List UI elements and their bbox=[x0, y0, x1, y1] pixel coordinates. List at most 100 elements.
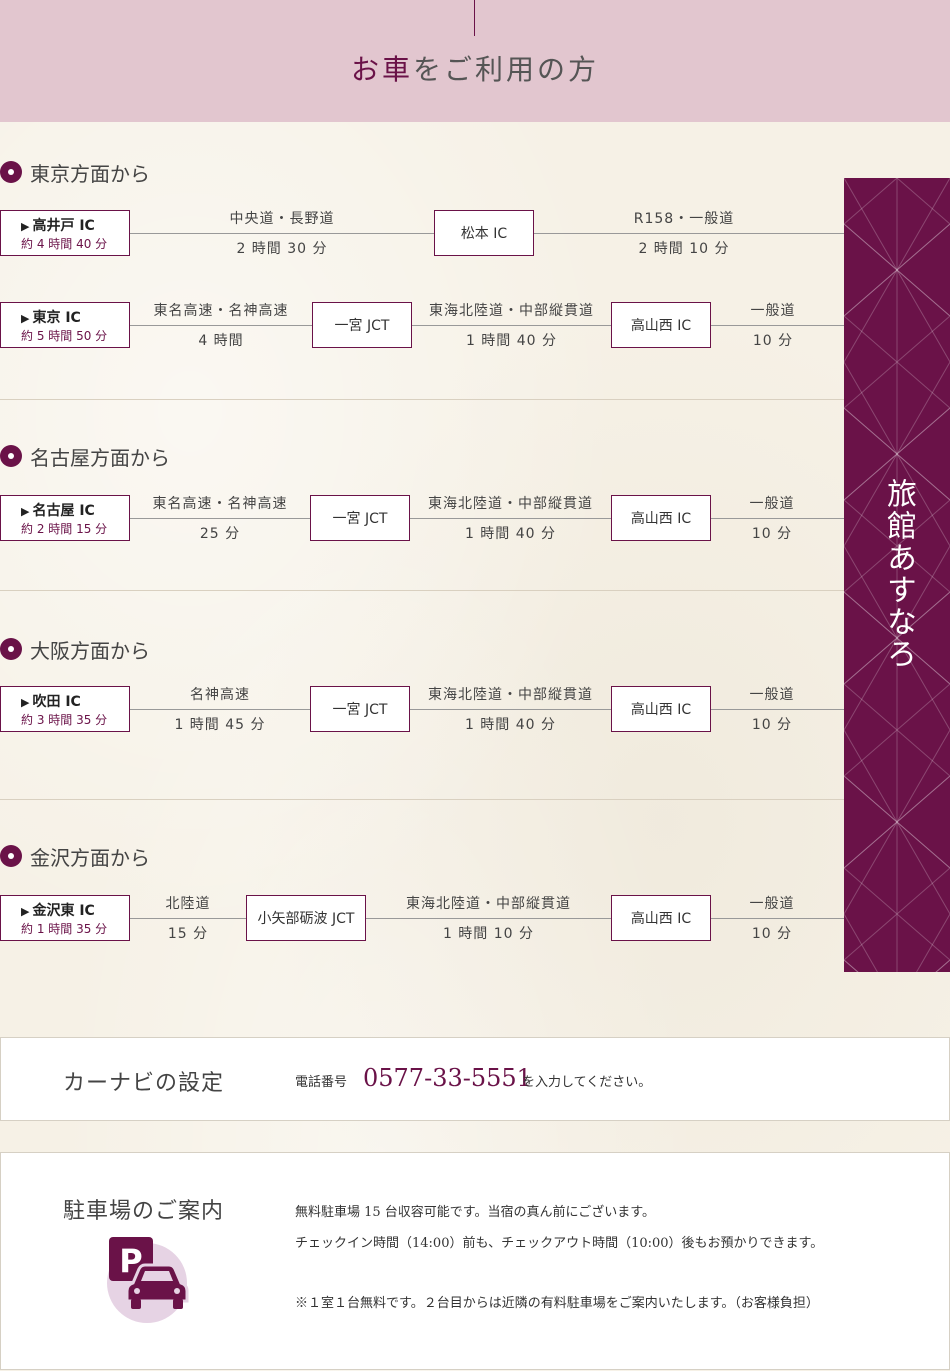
section-title-text: 東京方面から bbox=[30, 161, 150, 186]
triangle-icon: ▶ bbox=[21, 696, 30, 709]
segment-road: 東海北陸道・中部縦貫道 bbox=[429, 303, 594, 319]
segment-road: 一般道 bbox=[750, 303, 796, 319]
start-point-total-time: 約 1 時間 35 分 bbox=[21, 922, 108, 936]
route-tokyo-2: ▶ 東京 IC 約 5 時間 50 分 東名高速・名神高速 4 時間 一宮 JCT… bbox=[0, 302, 844, 349]
route-nagoya-1: ▶ 名古屋 IC 約 2 時間 15 分 東名高速・名神高速 25 分 一宮 JC… bbox=[0, 495, 844, 542]
bullet-icon bbox=[0, 845, 22, 867]
parking-car-icon: P bbox=[107, 1237, 189, 1323]
ryokan-name: 旅館あすなろ bbox=[881, 478, 916, 670]
section-title-tokyo: 東京方面から bbox=[0, 157, 150, 187]
parking-info-line-2: チェックイン時間（14:00）前も、チェックアウト時間（10:00）後もお預かり… bbox=[295, 1236, 824, 1251]
start-point-total-time: 約 3 時間 35 分 bbox=[21, 713, 108, 727]
triangle-icon: ▶ bbox=[21, 505, 30, 518]
segment-time: 1 時間 40 分 bbox=[464, 717, 557, 733]
triangle-icon: ▶ bbox=[21, 905, 30, 918]
segment-road: 一般道 bbox=[749, 687, 795, 703]
section-title-text: 大阪方面から bbox=[30, 638, 150, 663]
segment-time: 4 時間 bbox=[198, 333, 244, 349]
section-title-text: 金沢方面から bbox=[30, 845, 150, 870]
start-point-label: 吹田 IC bbox=[32, 694, 81, 710]
route-osaka-1: ▶ 吹田 IC 約 3 時間 35 分 名神高速 1 時間 45 分 一宮 JCT… bbox=[0, 686, 844, 733]
segment-road: 東海北陸道・中部縦貫道 bbox=[428, 496, 593, 512]
page-title-accent: お車 bbox=[350, 53, 413, 86]
start-point-box: ▶ 東京 IC 約 5 時間 50 分 bbox=[0, 302, 130, 348]
start-point-label: 名古屋 IC bbox=[32, 503, 95, 519]
segment-time: 10 分 bbox=[752, 333, 794, 349]
segment-time: 15 分 bbox=[167, 926, 209, 942]
start-point-box: ▶ 金沢東 IC 約 1 時間 35 分 bbox=[0, 895, 130, 941]
start-point-name: ▶ 高井戸 IC bbox=[21, 215, 95, 235]
ryokan-side-panel: 旅館あすなろ bbox=[844, 178, 950, 972]
car-navi-box: カーナビの設定 電話番号 0577-33-5551 を入力してください。 bbox=[0, 1037, 950, 1121]
page-title-rest: をご利用の方 bbox=[413, 53, 600, 86]
segment-time: 10 分 bbox=[751, 717, 793, 733]
interchange-node: 松本 IC bbox=[434, 210, 534, 256]
phone-instruction: を入力してください。 bbox=[522, 1075, 652, 1090]
phone-label: 電話番号 bbox=[295, 1075, 348, 1090]
segment-time: 25 分 bbox=[199, 526, 241, 542]
start-point-total-time: 約 2 時間 15 分 bbox=[21, 522, 108, 536]
segment-time: 10 分 bbox=[751, 926, 793, 942]
triangle-icon: ▶ bbox=[21, 312, 30, 325]
start-point-name: ▶ 金沢東 IC bbox=[21, 900, 95, 920]
header-line bbox=[474, 0, 475, 36]
segment-road: 東海北陸道・中部縦貫道 bbox=[406, 896, 571, 912]
segment-road: 中央道・長野道 bbox=[229, 211, 335, 227]
start-point-total-time: 約 4 時間 40 分 bbox=[21, 237, 108, 251]
route-kanazawa-1: ▶ 金沢東 IC 約 1 時間 35 分 北陸道 15 分 小矢部砺波 JCT 東… bbox=[0, 895, 844, 942]
segment-road: 一般道 bbox=[749, 496, 795, 512]
segment-time: 1 時間 45 分 bbox=[174, 717, 266, 733]
segment-road: R158・一般道 bbox=[633, 211, 735, 227]
segment-time: 1 時間 40 分 bbox=[465, 333, 558, 349]
start-point-name: ▶ 名古屋 IC bbox=[21, 500, 95, 520]
parking-box: 駐車場のご案内 P 無料駐車場 15 台収容可能です。当宿の真ん前にございます。… bbox=[0, 1152, 950, 1370]
bullet-icon bbox=[0, 445, 22, 467]
start-point-name: ▶ 吹田 IC bbox=[21, 691, 81, 711]
interchange-node: 高山西 IC bbox=[611, 686, 711, 732]
section-divider bbox=[0, 399, 844, 400]
bullet-icon bbox=[0, 638, 22, 660]
start-point-name: ▶ 東京 IC bbox=[21, 307, 81, 327]
interchange-node: 高山西 IC bbox=[611, 895, 711, 941]
section-title-osaka: 大阪方面から bbox=[0, 634, 150, 664]
start-point-box: ▶ 名古屋 IC 約 2 時間 15 分 bbox=[0, 495, 130, 541]
section-title-kanazawa: 金沢方面から bbox=[0, 841, 150, 871]
car-navi-title: カーナビの設定 bbox=[63, 1071, 225, 1096]
segment-road: 東名高速・名神高速 bbox=[152, 496, 288, 512]
interchange-node: 一宮 JCT bbox=[312, 302, 412, 348]
interchange-node: 一宮 JCT bbox=[310, 686, 410, 732]
segment-road: 東海北陸道・中部縦貫道 bbox=[428, 687, 593, 703]
section-title-text: 名古屋方面から bbox=[30, 445, 170, 470]
section-divider bbox=[0, 799, 844, 800]
start-point-label: 高井戸 IC bbox=[32, 218, 95, 234]
bullet-icon bbox=[0, 161, 22, 183]
start-point-label: 東京 IC bbox=[32, 310, 81, 326]
start-point-total-time: 約 5 時間 50 分 bbox=[21, 329, 108, 343]
section-divider bbox=[0, 590, 844, 591]
interchange-node: 高山西 IC bbox=[611, 495, 711, 541]
segment-time: 1 時間 40 分 bbox=[464, 526, 557, 542]
route-tokyo-1: ▶ 高井戸 IC 約 4 時間 40 分 中央道・長野道 2 時間 30 分 松本… bbox=[0, 210, 844, 257]
segment-time: 2 時間 30 分 bbox=[236, 241, 328, 257]
phone-number: 0577-33-5551 bbox=[363, 1064, 532, 1092]
segment-road: 名神高速 bbox=[190, 687, 250, 703]
segment-road: 北陸道 bbox=[165, 896, 211, 912]
start-point-label: 金沢東 IC bbox=[32, 903, 95, 919]
interchange-node: 一宮 JCT bbox=[310, 495, 410, 541]
segment-road: 一般道 bbox=[749, 896, 795, 912]
segment-time: 1 時間 10 分 bbox=[442, 926, 535, 942]
page-header: お車をご利用の方 bbox=[0, 0, 950, 122]
interchange-node: 高山西 IC bbox=[611, 302, 711, 348]
segment-road: 東名高速・名神高速 bbox=[153, 303, 289, 319]
section-title-nagoya: 名古屋方面から bbox=[0, 441, 170, 471]
segment-time: 10 分 bbox=[751, 526, 793, 542]
triangle-icon: ▶ bbox=[21, 220, 30, 233]
start-point-box: ▶ 高井戸 IC 約 4 時間 40 分 bbox=[0, 210, 130, 256]
parking-title: 駐車場のご案内 bbox=[63, 1199, 225, 1224]
page-title: お車をご利用の方 bbox=[0, 48, 950, 88]
segment-time: 2 時間 10 分 bbox=[638, 241, 730, 257]
start-point-box: ▶ 吹田 IC 約 3 時間 35 分 bbox=[0, 686, 130, 732]
parking-info-line-1: 無料駐車場 15 台収容可能です。当宿の真ん前にございます。 bbox=[295, 1205, 655, 1220]
parking-note: ※１室１台無料です。２台目からは近隣の有料駐車場をご案内いたします。（お客様負担… bbox=[295, 1296, 819, 1311]
interchange-node: 小矢部砺波 JCT bbox=[246, 895, 366, 941]
